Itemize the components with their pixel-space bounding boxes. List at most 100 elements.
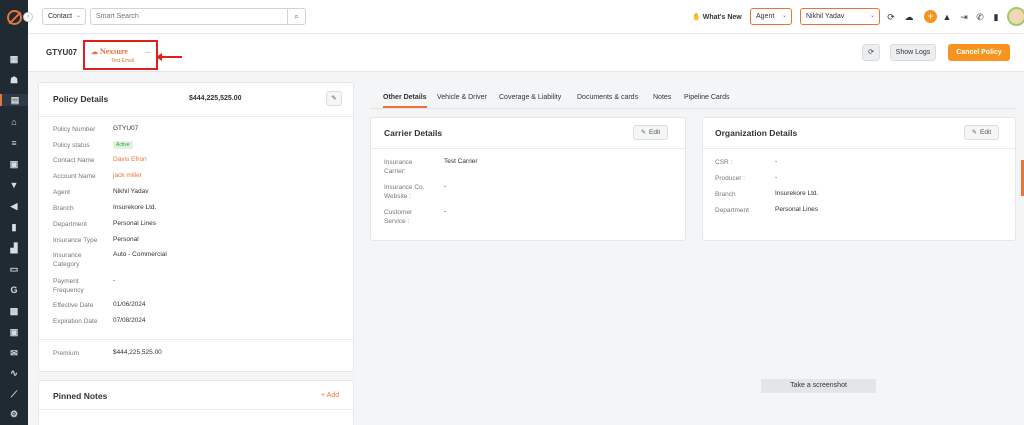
tab-documents-cards[interactable]: Documents & cards — [577, 94, 638, 101]
policy-details-card: Policy Details $444,225,525.00 ✎ Policy … — [38, 82, 354, 372]
top-bar: Contact ⌄ ⌕ ✋What's New Agent ⌄ Nikhil Y… — [28, 0, 1024, 34]
detail-label: Insurance Category — [53, 252, 82, 268]
detail-value: Insurekore Ltd. — [113, 204, 157, 211]
phone-icon[interactable]: ✆ — [975, 12, 985, 22]
detail-value: 01/06/2024 — [113, 301, 146, 308]
tab-vehicle-driver[interactable]: Vehicle & Driver — [437, 94, 487, 101]
carrier-details-title: Carrier Details — [384, 128, 443, 138]
pinned-notes-card: Pinned Notes + Add — [38, 380, 354, 425]
more-options[interactable]: ... — [145, 48, 151, 55]
premium-label: Premium — [53, 350, 80, 357]
calendar-icon[interactable]: ▣ — [8, 326, 20, 338]
detail-label: Expiration Date — [53, 318, 98, 325]
app-logo[interactable] — [7, 10, 22, 25]
activity-icon[interactable]: ∿ — [8, 367, 20, 379]
user-value: Nikhil Yadav — [806, 13, 845, 20]
divider — [39, 116, 353, 117]
policy-header: GTYU07 ☁ Nexsure Test Email ... ⟳ Show Lo… — [28, 34, 1024, 72]
trend-chart-icon[interactable]: ⟋ — [8, 388, 20, 400]
mail-icon[interactable]: ✉ — [8, 347, 20, 359]
folder-icon[interactable]: ▭ — [8, 263, 20, 275]
chevron-down-icon: ⌄ — [781, 13, 787, 19]
megaphone-icon[interactable]: ◀ — [8, 200, 20, 212]
show-logs-button[interactable]: Show Logs — [890, 44, 936, 61]
edit-label: Edit — [649, 129, 661, 136]
smart-search-input[interactable] — [91, 9, 281, 24]
policy-details-title: Policy Details — [53, 94, 109, 104]
annotation-arrow — [156, 53, 182, 61]
carrier-value: - — [444, 183, 447, 190]
edit-label: Edit — [980, 129, 992, 136]
take-screenshot-button[interactable]: Take a screenshot — [761, 379, 876, 393]
tab-pipeline-cards[interactable]: Pipeline Cards — [684, 94, 730, 101]
settings-gear-icon[interactable]: ⚙ — [8, 408, 20, 420]
user-select[interactable]: Nikhil Yadav ⌄ — [800, 8, 880, 25]
hand-icon: ✋ — [692, 14, 701, 21]
analytics-icon[interactable]: ▟ — [8, 242, 20, 254]
search-icon[interactable]: ⌕ — [287, 9, 305, 24]
calculator-icon[interactable]: ▩ — [8, 305, 20, 317]
premium-value: $444,225,525.00 — [113, 349, 162, 356]
refresh-icon: ⟳ — [868, 49, 874, 56]
divider — [39, 409, 353, 410]
carrier-logo-sub: Test Email — [111, 58, 135, 64]
user-avatar[interactable] — [1007, 7, 1024, 26]
tab-notes[interactable]: Notes — [653, 94, 671, 101]
detail-label: Branch — [53, 205, 74, 212]
id-card-icon[interactable]: ▣ — [8, 158, 20, 170]
role-value: Agent — [756, 13, 775, 20]
document-icon[interactable]: ▮ — [8, 221, 20, 233]
policies-icon[interactable]: ▤ — [0, 94, 28, 106]
divider — [39, 339, 353, 340]
divider — [703, 148, 1015, 149]
carrier-logo-highlight[interactable]: ☁ Nexsure Test Email ... — [83, 40, 158, 70]
edit-carrier-button[interactable]: ✎ Edit — [633, 125, 669, 140]
org-value: Personal Lines — [775, 206, 818, 213]
status-badge: Active — [113, 141, 133, 149]
collapse-sidebar-icon[interactable]: › — [23, 12, 33, 22]
detail-value: Personal Lines — [113, 220, 156, 227]
notification-bell-icon[interactable]: ▲ — [942, 12, 952, 22]
detail-label: Contact Name — [53, 157, 95, 164]
google-icon[interactable]: G — [8, 284, 20, 296]
detail-label: Agent — [53, 189, 70, 196]
edit-policy-button[interactable]: ✎ — [326, 91, 342, 106]
detail-value: GTYU07 — [113, 125, 139, 132]
contacts-icon[interactable]: ☗ — [8, 74, 20, 86]
dashboard-icon[interactable]: ▦ — [8, 53, 20, 65]
smart-search[interactable]: ⌕ — [90, 8, 306, 25]
policy-id: GTYU07 — [46, 48, 78, 57]
tabs-divider — [370, 108, 1016, 109]
add-icon[interactable]: + — [924, 10, 937, 23]
logout-icon[interactable]: ⇥ — [959, 12, 969, 22]
detail-label: Effective Date — [53, 302, 94, 309]
sidebar: › ▦ ☗ ▤ ⌂ ≡ ▣ ▼ ◀ ▮ ▟ ▭ G ▩ ▣ ✉ ∿ ⟋ ⚙ — [0, 0, 33, 425]
sync-icon[interactable]: ⟳ — [886, 12, 896, 22]
org-label: CSR : — [715, 159, 733, 166]
refresh-button[interactable]: ⟳ — [862, 44, 880, 61]
whats-new-link[interactable]: ✋ What's New — [692, 13, 742, 21]
edit-organization-button[interactable]: ✎ Edit — [964, 125, 1000, 140]
organization-details-title: Organization Details — [715, 128, 798, 138]
chevron-down-icon: ⌄ — [869, 13, 875, 19]
contact-type-select[interactable]: Contact ⌄ — [42, 8, 86, 25]
bank-icon[interactable]: ⌂ — [8, 116, 20, 128]
tab-other-details[interactable]: Other Details — [383, 94, 427, 108]
contact-type-value: Contact — [48, 13, 73, 20]
list-icon[interactable]: ≡ — [8, 137, 20, 149]
cloud-icon[interactable]: ☁ — [904, 12, 914, 22]
detail-label: Policy status — [53, 142, 90, 149]
cancel-policy-button[interactable]: Cancel Policy — [948, 44, 1010, 61]
add-note-button[interactable]: + Add — [321, 392, 339, 399]
filter-icon[interactable]: ▼ — [8, 179, 20, 191]
trash-icon[interactable]: ▮ — [991, 12, 1001, 22]
account-name-link[interactable]: jack miller — [113, 172, 142, 179]
carrier-label: Customer Service : — [384, 209, 413, 225]
status-badge-wrap: Active — [113, 141, 133, 149]
role-select[interactable]: Agent ⌄ — [750, 8, 792, 25]
contact-name-link[interactable]: Davis Efron — [113, 156, 147, 163]
detail-label: Account Name — [53, 173, 96, 180]
carrier-label: Insurance Carrier: — [384, 159, 413, 175]
tab-coverage-liability[interactable]: Coverage & Liability — [499, 94, 561, 101]
pinned-notes-title: Pinned Notes — [53, 391, 108, 401]
